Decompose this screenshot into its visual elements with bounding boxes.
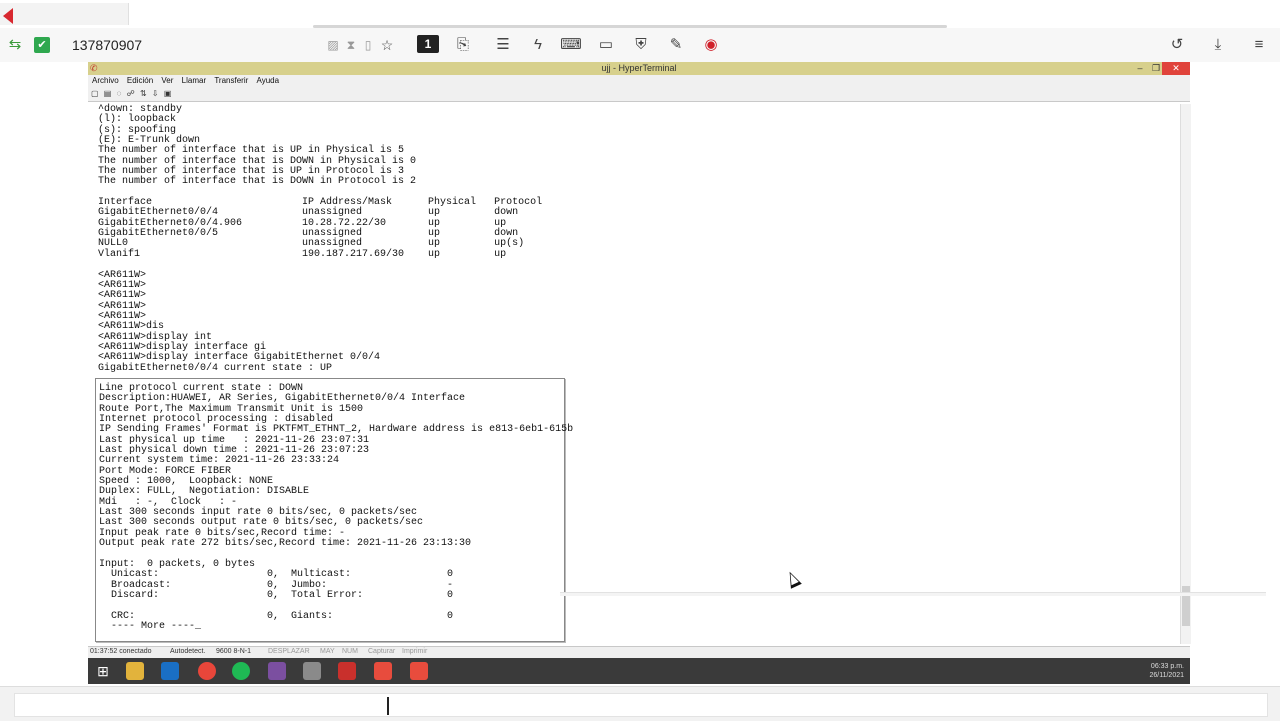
open-icon[interactable]: ▤ <box>104 89 112 98</box>
chrome-icon[interactable] <box>198 662 216 680</box>
text-caret <box>387 697 389 715</box>
file-explorer-icon[interactable] <box>126 662 144 680</box>
terminal-line: <AR611W> <box>98 279 147 291</box>
properties-icon[interactable]: ▣ <box>164 89 172 98</box>
monitor-number-badge[interactable]: 1 <box>417 35 439 53</box>
remote-toolbar: ⇆ ✔ 137870907 ▨ ⧗ ▯ ☆ 1 ⎘ ☰ ϟ ⌨ ▭ ⛨ ✎ ◉ … <box>0 28 1280 63</box>
status-scroll: DESPLAZAR <box>268 648 310 655</box>
status-caps: MAY <box>320 648 335 655</box>
top-strip <box>0 0 1280 28</box>
app-icon-generic[interactable] <box>303 662 321 680</box>
close-button[interactable]: ✕ <box>1162 62 1190 75</box>
system-tray[interactable]: 06:33 p.m. 26/11/2021 <box>1149 662 1184 680</box>
chat-icon[interactable]: ☰ <box>492 36 514 54</box>
history-icon[interactable]: ↺ <box>1166 36 1188 54</box>
start-windows-icon[interactable]: ⊞ <box>94 662 112 680</box>
back-arrow-icon[interactable] <box>3 8 13 24</box>
disconnect-icon[interactable]: ☍ <box>127 89 135 98</box>
terminal-line: <AR611W>dis <box>98 321 165 333</box>
menu-ver[interactable]: Ver <box>161 76 173 85</box>
terminal-line: Vlanif1 190.187.217.69/30 up up <box>98 248 507 260</box>
anydesk-icon-2[interactable] <box>410 662 428 680</box>
clock-date: 26/11/2021 <box>1149 672 1184 679</box>
ht-toolbar: ▢ ▤ ◌ ☍ ⇅ ⇩ ▣ <box>88 87 1190 102</box>
vertical-scrollbar[interactable] <box>1180 104 1191 644</box>
status-print: Imprimir <box>402 648 428 655</box>
menu-llamar[interactable]: Llamar <box>182 76 206 85</box>
window-title: ujj - HyperTerminal <box>601 63 677 73</box>
file-transfer-icon[interactable]: ⎘ <box>452 36 474 54</box>
session-id: 137870907 <box>72 37 143 53</box>
winrar-icon[interactable] <box>268 662 286 680</box>
terminal-line: <AR611W> <box>98 300 147 312</box>
status-detect: Autodetect. <box>170 648 206 655</box>
verified-check-icon: ✔ <box>34 37 50 53</box>
status-num: NUM <box>342 648 358 655</box>
interface-details-text: Line protocol current state : DOWN Descri… <box>99 383 573 632</box>
terminal-line: (s): spoofing <box>98 124 177 136</box>
connection-icon[interactable]: ⇆ <box>4 36 26 54</box>
shield-icon[interactable]: ⛨ <box>630 36 652 54</box>
popup-line <box>99 601 573 611</box>
popup-line: Output peak rate 272 bits/sec,Record tim… <box>99 538 472 550</box>
menu-icon[interactable]: ≡ <box>1248 36 1270 54</box>
menu-bar: Archivo Edición Ver Llamar Transferir Ay… <box>88 75 1190 87</box>
popup-line: Discard: 0, Total Error: 0 <box>99 589 454 601</box>
receive-icon[interactable]: ⇩ <box>152 89 159 98</box>
outlook-icon[interactable] <box>161 662 179 680</box>
menu-transferir[interactable]: Transferir <box>214 76 248 85</box>
terminal-line: GigabitEthernet0/0/4 current state : UP <box>98 362 333 374</box>
bottom-bar <box>0 686 1280 721</box>
star-icon[interactable]: ☆ <box>376 36 398 54</box>
keyboard-icon[interactable]: ⌨ <box>560 36 582 54</box>
terminal-line: <AR611W> <box>98 269 147 281</box>
menu-archivo[interactable]: Archivo <box>92 76 119 85</box>
download-icon[interactable]: ⤓ <box>1207 36 1229 54</box>
terminal-line: <AR611W> <box>98 290 147 302</box>
status-capture: Capturar <box>368 648 396 655</box>
lightning-icon[interactable]: ϟ <box>527 36 549 54</box>
anydesk-icon[interactable] <box>374 662 392 680</box>
terminal-line: (l): loopback <box>98 114 177 126</box>
new-icon[interactable]: ▢ <box>91 89 99 98</box>
popup-line: Unicast: 0, Multicast: 0 <box>99 569 454 581</box>
terminal-line: The number of interface that is DOWN in … <box>98 176 417 188</box>
spotify-icon[interactable] <box>232 662 250 680</box>
bottom-input-field[interactable] <box>14 693 1268 717</box>
window-titlebar[interactable]: ✆ ujj - HyperTerminal – ❐ ✕ <box>88 62 1190 75</box>
interface-details-panel: Line protocol current state : DOWN Descri… <box>95 378 573 642</box>
pen-icon[interactable]: ✎ <box>665 36 687 54</box>
overlay-line <box>560 592 1266 596</box>
connect-icon[interactable]: ◌ <box>117 89 122 98</box>
remote-tab[interactable] <box>0 3 129 25</box>
terminal-line: <AR611W> <box>98 310 147 322</box>
popup-line: ---- More ----_ <box>99 620 202 632</box>
windows-taskbar: ⊞ 06:33 p.m. 26/11/2021 <box>88 658 1190 684</box>
menu-ayuda[interactable]: Ayuda <box>257 76 280 85</box>
terminal-line: ^down: standby <box>98 104 183 115</box>
record-icon[interactable]: ◉ <box>700 36 722 54</box>
hyperterminal-taskbar-icon[interactable] <box>338 662 356 680</box>
status-settings: 9600 8-N-1 <box>216 648 252 655</box>
clock-time: 06:33 p.m. <box>1150 663 1184 670</box>
menu-edicion[interactable]: Edición <box>127 76 153 85</box>
status-connected: 01:37:52 conectado <box>90 648 152 655</box>
monitor-icon[interactable]: ▭ <box>595 36 617 54</box>
send-icon[interactable]: ⇅ <box>140 89 147 98</box>
